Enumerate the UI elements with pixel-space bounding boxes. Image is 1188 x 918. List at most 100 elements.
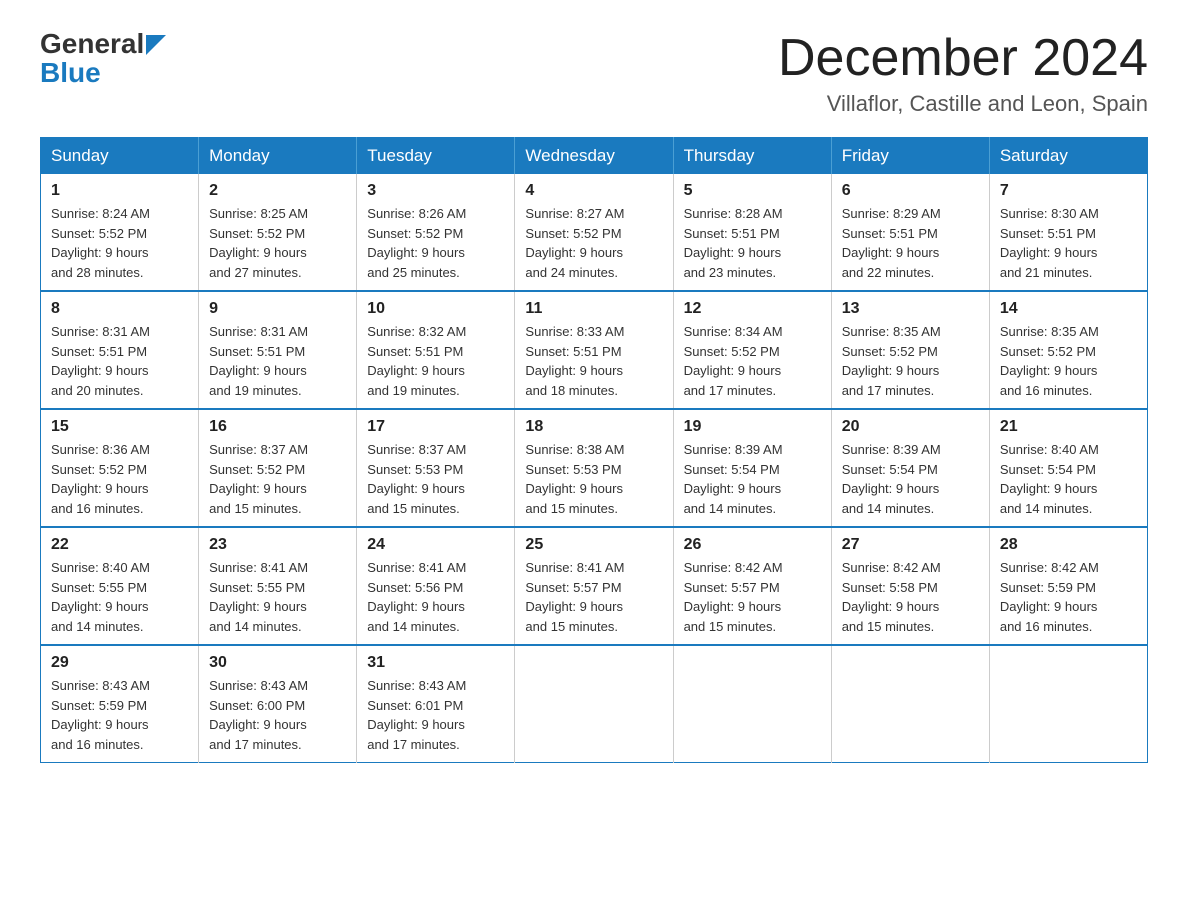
calendar-cell: 5 Sunrise: 8:28 AM Sunset: 5:51 PM Dayli… — [673, 174, 831, 291]
calendar-cell: 6 Sunrise: 8:29 AM Sunset: 5:51 PM Dayli… — [831, 174, 989, 291]
day-number: 30 — [209, 654, 346, 672]
logo-blue: Blue — [40, 58, 166, 89]
calendar-cell: 12 Sunrise: 8:34 AM Sunset: 5:52 PM Dayl… — [673, 291, 831, 409]
day-info: Sunrise: 8:42 AM Sunset: 5:57 PM Dayligh… — [684, 558, 821, 636]
calendar-cell: 24 Sunrise: 8:41 AM Sunset: 5:56 PM Dayl… — [357, 527, 515, 645]
day-info: Sunrise: 8:38 AM Sunset: 5:53 PM Dayligh… — [525, 440, 662, 518]
day-number: 22 — [51, 536, 188, 554]
day-info: Sunrise: 8:35 AM Sunset: 5:52 PM Dayligh… — [842, 322, 979, 400]
day-number: 2 — [209, 182, 346, 200]
calendar-cell: 27 Sunrise: 8:42 AM Sunset: 5:58 PM Dayl… — [831, 527, 989, 645]
day-number: 15 — [51, 418, 188, 436]
calendar-cell: 26 Sunrise: 8:42 AM Sunset: 5:57 PM Dayl… — [673, 527, 831, 645]
weekday-header-row: SundayMondayTuesdayWednesdayThursdayFrid… — [41, 138, 1148, 175]
day-number: 24 — [367, 536, 504, 554]
day-number: 12 — [684, 300, 821, 318]
day-number: 21 — [1000, 418, 1137, 436]
calendar-cell: 22 Sunrise: 8:40 AM Sunset: 5:55 PM Dayl… — [41, 527, 199, 645]
calendar-cell: 10 Sunrise: 8:32 AM Sunset: 5:51 PM Dayl… — [357, 291, 515, 409]
day-info: Sunrise: 8:27 AM Sunset: 5:52 PM Dayligh… — [525, 204, 662, 282]
day-number: 29 — [51, 654, 188, 672]
calendar-cell: 13 Sunrise: 8:35 AM Sunset: 5:52 PM Dayl… — [831, 291, 989, 409]
calendar-cell: 31 Sunrise: 8:43 AM Sunset: 6:01 PM Dayl… — [357, 645, 515, 763]
calendar-cell: 1 Sunrise: 8:24 AM Sunset: 5:52 PM Dayli… — [41, 174, 199, 291]
day-number: 4 — [525, 182, 662, 200]
day-info: Sunrise: 8:36 AM Sunset: 5:52 PM Dayligh… — [51, 440, 188, 518]
calendar-cell: 20 Sunrise: 8:39 AM Sunset: 5:54 PM Dayl… — [831, 409, 989, 527]
day-info: Sunrise: 8:37 AM Sunset: 5:53 PM Dayligh… — [367, 440, 504, 518]
page-header: General Blue December 2024 Villaflor, Ca… — [40, 30, 1148, 117]
day-info: Sunrise: 8:42 AM Sunset: 5:58 PM Dayligh… — [842, 558, 979, 636]
calendar-week-row: 29 Sunrise: 8:43 AM Sunset: 5:59 PM Dayl… — [41, 645, 1148, 763]
calendar-cell — [989, 645, 1147, 763]
logo-arrow-icon — [146, 35, 166, 55]
day-number: 6 — [842, 182, 979, 200]
calendar-week-row: 8 Sunrise: 8:31 AM Sunset: 5:51 PM Dayli… — [41, 291, 1148, 409]
day-info: Sunrise: 8:35 AM Sunset: 5:52 PM Dayligh… — [1000, 322, 1137, 400]
weekday-header-saturday: Saturday — [989, 138, 1147, 175]
day-number: 28 — [1000, 536, 1137, 554]
day-info: Sunrise: 8:39 AM Sunset: 5:54 PM Dayligh… — [842, 440, 979, 518]
day-number: 5 — [684, 182, 821, 200]
day-number: 8 — [51, 300, 188, 318]
day-info: Sunrise: 8:42 AM Sunset: 5:59 PM Dayligh… — [1000, 558, 1137, 636]
location-subtitle: Villaflor, Castille and Leon, Spain — [778, 91, 1148, 117]
day-info: Sunrise: 8:37 AM Sunset: 5:52 PM Dayligh… — [209, 440, 346, 518]
weekday-header-tuesday: Tuesday — [357, 138, 515, 175]
logo: General Blue — [40, 30, 166, 89]
day-number: 26 — [684, 536, 821, 554]
calendar-cell — [831, 645, 989, 763]
day-number: 19 — [684, 418, 821, 436]
weekday-header-friday: Friday — [831, 138, 989, 175]
day-number: 25 — [525, 536, 662, 554]
calendar-cell: 11 Sunrise: 8:33 AM Sunset: 5:51 PM Dayl… — [515, 291, 673, 409]
day-info: Sunrise: 8:43 AM Sunset: 5:59 PM Dayligh… — [51, 676, 188, 754]
day-info: Sunrise: 8:43 AM Sunset: 6:00 PM Dayligh… — [209, 676, 346, 754]
weekday-header-sunday: Sunday — [41, 138, 199, 175]
calendar-cell: 23 Sunrise: 8:41 AM Sunset: 5:55 PM Dayl… — [199, 527, 357, 645]
calendar-cell — [515, 645, 673, 763]
calendar-cell: 18 Sunrise: 8:38 AM Sunset: 5:53 PM Dayl… — [515, 409, 673, 527]
day-number: 10 — [367, 300, 504, 318]
calendar-cell: 19 Sunrise: 8:39 AM Sunset: 5:54 PM Dayl… — [673, 409, 831, 527]
day-number: 7 — [1000, 182, 1137, 200]
day-number: 14 — [1000, 300, 1137, 318]
day-info: Sunrise: 8:41 AM Sunset: 5:55 PM Dayligh… — [209, 558, 346, 636]
calendar-cell: 15 Sunrise: 8:36 AM Sunset: 5:52 PM Dayl… — [41, 409, 199, 527]
day-info: Sunrise: 8:32 AM Sunset: 5:51 PM Dayligh… — [367, 322, 504, 400]
day-number: 17 — [367, 418, 504, 436]
logo-general: General — [40, 30, 144, 58]
calendar-cell: 25 Sunrise: 8:41 AM Sunset: 5:57 PM Dayl… — [515, 527, 673, 645]
calendar-week-row: 22 Sunrise: 8:40 AM Sunset: 5:55 PM Dayl… — [41, 527, 1148, 645]
day-info: Sunrise: 8:41 AM Sunset: 5:57 PM Dayligh… — [525, 558, 662, 636]
day-number: 23 — [209, 536, 346, 554]
calendar-cell: 29 Sunrise: 8:43 AM Sunset: 5:59 PM Dayl… — [41, 645, 199, 763]
day-info: Sunrise: 8:40 AM Sunset: 5:54 PM Dayligh… — [1000, 440, 1137, 518]
calendar-cell: 21 Sunrise: 8:40 AM Sunset: 5:54 PM Dayl… — [989, 409, 1147, 527]
day-info: Sunrise: 8:26 AM Sunset: 5:52 PM Dayligh… — [367, 204, 504, 282]
day-info: Sunrise: 8:25 AM Sunset: 5:52 PM Dayligh… — [209, 204, 346, 282]
calendar-cell: 2 Sunrise: 8:25 AM Sunset: 5:52 PM Dayli… — [199, 174, 357, 291]
day-number: 20 — [842, 418, 979, 436]
day-number: 13 — [842, 300, 979, 318]
calendar-cell: 17 Sunrise: 8:37 AM Sunset: 5:53 PM Dayl… — [357, 409, 515, 527]
calendar-week-row: 1 Sunrise: 8:24 AM Sunset: 5:52 PM Dayli… — [41, 174, 1148, 291]
day-info: Sunrise: 8:34 AM Sunset: 5:52 PM Dayligh… — [684, 322, 821, 400]
day-info: Sunrise: 8:41 AM Sunset: 5:56 PM Dayligh… — [367, 558, 504, 636]
title-block: December 2024 Villaflor, Castille and Le… — [778, 30, 1148, 117]
day-number: 27 — [842, 536, 979, 554]
calendar-week-row: 15 Sunrise: 8:36 AM Sunset: 5:52 PM Dayl… — [41, 409, 1148, 527]
weekday-header-thursday: Thursday — [673, 138, 831, 175]
day-number: 11 — [525, 300, 662, 318]
day-info: Sunrise: 8:33 AM Sunset: 5:51 PM Dayligh… — [525, 322, 662, 400]
day-info: Sunrise: 8:30 AM Sunset: 5:51 PM Dayligh… — [1000, 204, 1137, 282]
calendar-cell: 30 Sunrise: 8:43 AM Sunset: 6:00 PM Dayl… — [199, 645, 357, 763]
day-info: Sunrise: 8:29 AM Sunset: 5:51 PM Dayligh… — [842, 204, 979, 282]
day-number: 9 — [209, 300, 346, 318]
day-number: 16 — [209, 418, 346, 436]
calendar-cell: 9 Sunrise: 8:31 AM Sunset: 5:51 PM Dayli… — [199, 291, 357, 409]
day-number: 18 — [525, 418, 662, 436]
weekday-header-wednesday: Wednesday — [515, 138, 673, 175]
calendar-table: SundayMondayTuesdayWednesdayThursdayFrid… — [40, 137, 1148, 763]
calendar-cell: 7 Sunrise: 8:30 AM Sunset: 5:51 PM Dayli… — [989, 174, 1147, 291]
